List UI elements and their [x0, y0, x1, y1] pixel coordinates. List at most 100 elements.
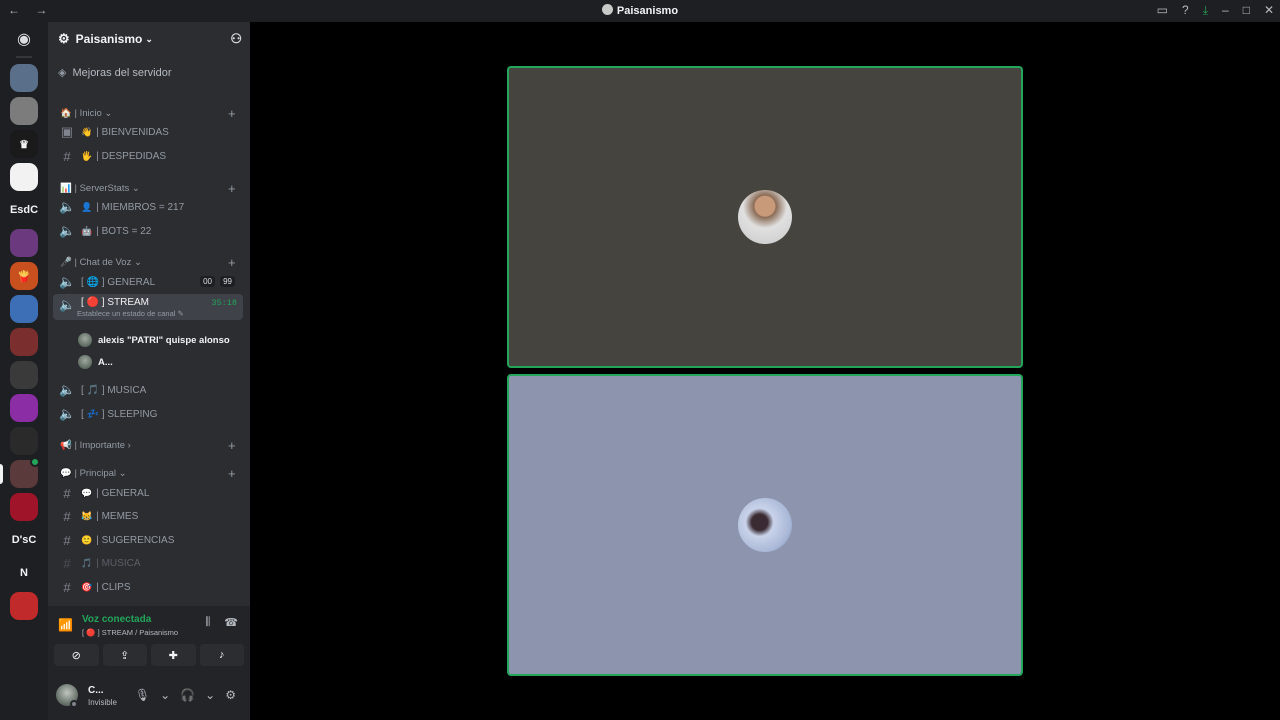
guild-12[interactable]: [10, 427, 38, 455]
guild-17[interactable]: [10, 592, 38, 620]
channel-musica[interactable]: # 🎵 | MUSICA: [53, 552, 243, 574]
category-serverstats[interactable]: 📊 | ServerStats ⌄ +: [60, 181, 236, 196]
channel-emoji: 💬: [81, 487, 93, 498]
window-title-text: Paisanismo: [616, 5, 679, 17]
voice-status[interactable]: Voz conectada: [82, 614, 151, 625]
voice-user-name: A...: [98, 356, 113, 368]
maximize-icon[interactable]: □: [1243, 3, 1250, 18]
soundboard-button[interactable]: ♪: [199, 644, 244, 666]
speaker-icon: 🔈: [59, 297, 76, 312]
settings-icon[interactable]: ⚙: [225, 688, 236, 702]
voice-channel-general[interactable]: 🔈 [ 🌐 ] GENERAL 00 99: [53, 271, 243, 293]
speaker-icon: 🔈: [59, 274, 76, 289]
channel-emoji: 👋: [81, 126, 93, 137]
channel-clips[interactable]: # 🎯 | CLIPS: [53, 576, 243, 598]
chevron-down-icon[interactable]: ⌄: [160, 688, 170, 702]
add-channel-icon[interactable]: +: [228, 438, 236, 453]
hash-icon: #: [63, 148, 71, 164]
guild-3[interactable]: ♛: [10, 130, 38, 158]
channel-miembros[interactable]: 🔈 👤 | MIEMBROS = 217: [53, 196, 243, 218]
chevron-down-icon[interactable]: ⌄: [205, 688, 215, 702]
guild-n[interactable]: N: [10, 559, 38, 587]
category-chat-de-voz[interactable]: 🎤 | Chat de Voz ⌄ +: [60, 255, 236, 270]
voice-channel-musica[interactable]: 🔈 [ 🎵 ] MUSICA: [53, 379, 243, 401]
guild-esdc[interactable]: EsdC: [10, 196, 38, 224]
guild-11[interactable]: [10, 394, 38, 422]
speaker-icon: 🔈: [59, 406, 76, 421]
guild-dsc[interactable]: D'sC: [10, 526, 38, 554]
soundboard-icon: ♪: [219, 649, 225, 661]
voice-channel-sleeping[interactable]: 🔈 [ 💤 ] SLEEPING: [53, 403, 243, 425]
add-channel-icon[interactable]: +: [228, 255, 236, 270]
server-name: Paisanismo: [75, 32, 143, 46]
camera-off-icon: ⊘: [71, 649, 81, 662]
microphone-icon[interactable]: 🎙: [135, 688, 150, 702]
guild-9[interactable]: [10, 328, 38, 356]
channel-general[interactable]: # 💬 | GENERAL: [53, 482, 243, 504]
disconnect-icon[interactable]: ☎: [224, 616, 238, 629]
server-header[interactable]: ⚙ Paisanismo ⌄ ⚇: [48, 22, 250, 56]
channel-bienvenidas[interactable]: ▣ 👋 | BIENVENIDAS: [53, 121, 243, 143]
noise-suppression-icon[interactable]: ⫼: [205, 616, 210, 629]
hash-icon: #: [63, 532, 71, 548]
avatar: [78, 355, 92, 369]
signal-icon[interactable]: 📶: [58, 618, 73, 632]
guild-2[interactable]: [10, 97, 38, 125]
discord-home-icon[interactable]: ◉: [10, 28, 38, 50]
participant-tile-2[interactable]: [507, 374, 1023, 676]
add-channel-icon[interactable]: +: [228, 466, 236, 481]
add-channel-icon[interactable]: +: [228, 181, 236, 196]
guild-7[interactable]: 🍟: [10, 262, 38, 290]
activities-button[interactable]: ✚: [151, 644, 196, 666]
rules-icon: ▣: [60, 124, 74, 139]
window-title: Paisanismo: [0, 4, 1280, 17]
server-boost[interactable]: ◈ Mejoras del servidor: [58, 66, 172, 79]
help-icon[interactable]: ?: [1182, 3, 1189, 18]
voice-timer: 35:18: [211, 298, 237, 308]
headphones-icon[interactable]: 🎧: [180, 688, 195, 702]
channel-label: | DESPEDIDAS: [96, 150, 167, 162]
channel-label: | MEMES: [96, 510, 139, 522]
channel-status[interactable]: Establece un estado de canal ✎: [77, 309, 184, 318]
channel-label: | BOTS = 22: [96, 225, 152, 237]
channel-label: | CLIPS: [96, 581, 131, 593]
channel-emoji: 👤: [81, 201, 93, 212]
add-channel-icon[interactable]: +: [228, 106, 236, 121]
channel-label: [ 💤 ] SLEEPING: [81, 408, 158, 420]
user-limit-badge: 99: [220, 276, 235, 287]
close-icon[interactable]: ✕: [1264, 3, 1274, 18]
voice-user[interactable]: alexis "PATRI" quispe alonso: [78, 331, 230, 349]
download-icon[interactable]: ⤓: [1203, 3, 1208, 18]
channel-sugerencias[interactable]: # 🙂 | SUGERENCIAS: [53, 529, 243, 551]
voice-location[interactable]: [ 🔴 ] STREAM / Paisanismo: [82, 628, 178, 637]
voice-action-buttons: ⊘ ⇪ ✚ ♪: [54, 644, 244, 666]
channel-despedidas[interactable]: # 🖐 | DESPEDIDAS: [53, 145, 243, 167]
channel-bots[interactable]: 🔈 🤖 | BOTS = 22: [53, 220, 243, 242]
username[interactable]: C...: [88, 685, 104, 696]
guild-8[interactable]: [10, 295, 38, 323]
guild-4[interactable]: ✿: [10, 163, 38, 191]
guild-1[interactable]: [10, 64, 38, 92]
category-inicio[interactable]: 🏠 | Inicio ⌄ +: [60, 106, 236, 121]
participant-tile-1[interactable]: [507, 66, 1023, 368]
minimize-icon[interactable]: –: [1222, 3, 1229, 18]
voice-channel-stream[interactable]: 🔈 [ 🔴 ] STREAM 35:18 Establece un estado de…: [53, 294, 243, 320]
voice-user[interactable]: A...: [78, 353, 113, 371]
guild-10[interactable]: [10, 361, 38, 389]
activities-icon: ✚: [168, 649, 178, 662]
channel-emoji: 🙂: [81, 534, 93, 545]
invite-icon[interactable]: ⚇: [230, 31, 242, 47]
channel-memes[interactable]: # 😹 | MEMES: [53, 505, 243, 527]
channel-label: [ 🎵 ] MUSICA: [81, 384, 147, 396]
category-importante[interactable]: 📢 | Importante › +: [60, 438, 236, 453]
guild-6[interactable]: [10, 229, 38, 257]
category-label: | Principal: [74, 468, 117, 479]
category-principal[interactable]: 💬 | Principal ⌄ +: [60, 466, 236, 481]
guild-14[interactable]: [10, 493, 38, 521]
camera-off-button[interactable]: ⊘: [54, 644, 99, 666]
voice-user-name: alexis "PATRI" quispe alonso: [98, 334, 230, 346]
channel-emoji: 🎵: [81, 557, 93, 568]
status-indicator: [70, 700, 78, 708]
inbox-icon[interactable]: ▭: [1157, 3, 1168, 18]
screen-share-button[interactable]: ⇪: [102, 644, 147, 666]
